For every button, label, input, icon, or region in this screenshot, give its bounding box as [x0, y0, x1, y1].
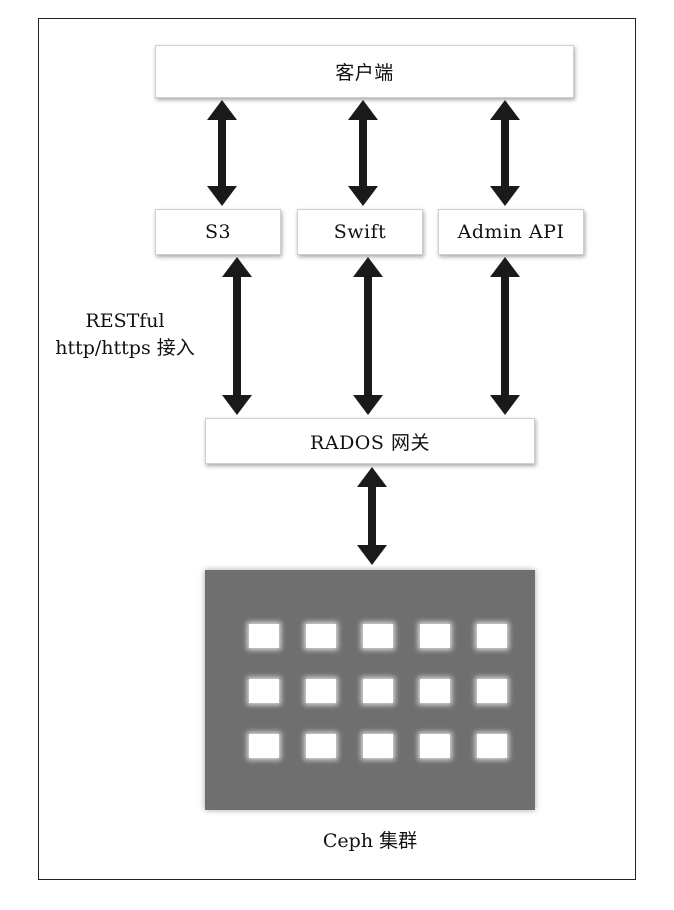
cluster-node — [363, 679, 393, 703]
diagram-canvas: 客户端 S3 Swift Admin API RESTful http/http… — [0, 0, 674, 910]
cluster-node — [420, 624, 450, 648]
arrow-client-swift — [348, 100, 378, 206]
arrow-admin-rados — [490, 257, 520, 415]
cluster-node — [249, 679, 279, 703]
cluster-node — [420, 734, 450, 758]
cluster-node — [306, 679, 336, 703]
cluster-node — [477, 734, 507, 758]
ceph-cluster-label: Ceph 集群 — [322, 830, 418, 852]
arrow-rados-cluster — [357, 467, 387, 565]
arrow-client-admin — [490, 100, 520, 206]
arrow-s3-rados — [222, 257, 252, 415]
arrow-swift-rados — [353, 257, 383, 415]
cluster-node — [477, 624, 507, 648]
cluster-node — [306, 624, 336, 648]
arrow-client-s3 — [207, 100, 237, 206]
cluster-node — [363, 624, 393, 648]
ceph-cluster-block — [205, 570, 535, 810]
cluster-node — [420, 679, 450, 703]
cluster-node — [363, 734, 393, 758]
cluster-node — [249, 734, 279, 758]
cluster-node — [477, 679, 507, 703]
cluster-node — [249, 624, 279, 648]
cluster-node — [306, 734, 336, 758]
